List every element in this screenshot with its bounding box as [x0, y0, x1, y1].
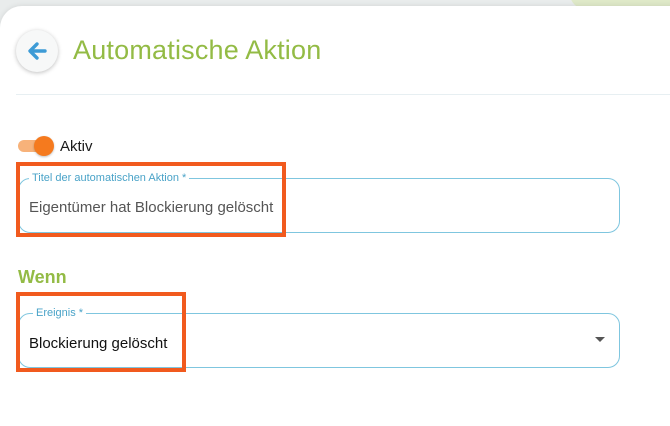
title-input-field[interactable]: Titel der automatischen Aktion * Eigentü… [18, 171, 620, 233]
page-title: Automatische Aktion [73, 35, 322, 65]
dropdown-arrow-icon[interactable] [595, 337, 605, 342]
back-button[interactable] [16, 30, 58, 72]
when-section-heading: Wenn [18, 267, 67, 287]
arrow-left-icon [28, 42, 47, 60]
toggle-thumb [34, 136, 54, 156]
event-select[interactable]: Ereignis * Blockierung gelöscht [18, 306, 620, 368]
active-toggle-label: Aktiv [60, 138, 93, 155]
title-field-value: Eigentümer hat Blockierung gelöscht [29, 199, 274, 216]
event-field-label: Ereignis * [33, 306, 87, 320]
event-selected-value: Blockierung gelöscht [29, 335, 168, 352]
header-divider [16, 94, 670, 95]
active-toggle[interactable] [18, 136, 54, 156]
title-field-label: Titel der automatischen Aktion * [29, 171, 190, 185]
